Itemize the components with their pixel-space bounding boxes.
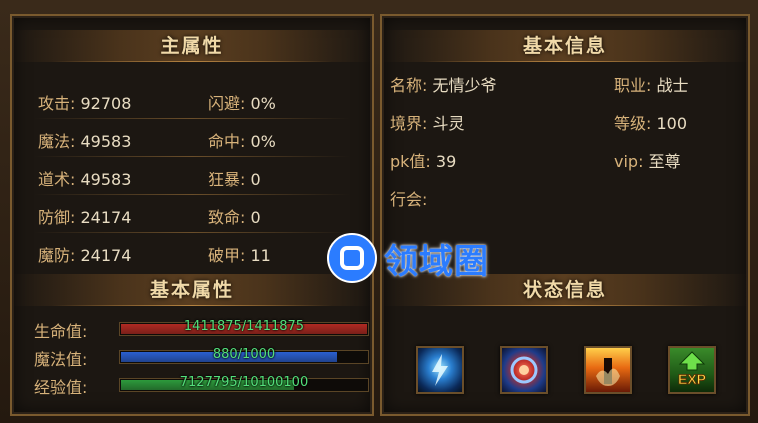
row-divider xyxy=(34,118,350,119)
stat-taoism: 道术: 49583 xyxy=(38,170,132,189)
info-job: 职业: 战士 xyxy=(614,76,689,95)
row-divider xyxy=(34,232,350,233)
info-pk: pk值: 39 xyxy=(390,152,457,171)
stat-defense: 防御: 24174 xyxy=(38,208,132,227)
stat-armor-break: 破甲: 11 xyxy=(208,246,271,265)
fire-orb-icon[interactable] xyxy=(500,346,548,394)
info-name: 名称: 无情少爷 xyxy=(390,76,497,95)
exp-text: 7127795/10100100 xyxy=(179,375,309,390)
stat-magic: 魔法: 49583 xyxy=(38,132,132,151)
exp-label: 经验值: xyxy=(34,378,88,397)
flame-warrior-icon[interactable] xyxy=(584,346,632,394)
stat-critical: 致命: 0 xyxy=(208,208,261,227)
basic-attrs-title: 基本属性 xyxy=(12,274,372,306)
svg-text:EXP: EXP xyxy=(678,371,706,387)
stat-attack: 攻击: 92708 xyxy=(38,94,132,113)
hp-text: 1411875/1411875 xyxy=(183,319,305,334)
info-realm: 境界: 斗灵 xyxy=(390,114,465,133)
exp-boost-icon[interactable]: EXP xyxy=(668,346,716,394)
info-panel: 基本信息 名称: 无情少爷 职业: 战士 境界: 斗灵 等级: 100 pk值:… xyxy=(380,14,750,416)
hp-label: 生命值: xyxy=(34,322,88,341)
row-divider xyxy=(34,194,350,195)
info-level: 等级: 100 xyxy=(614,114,688,133)
stat-dodge: 闪避: 0% xyxy=(208,94,276,113)
mp-text: 880/1000 xyxy=(212,347,276,362)
info-vip: vip: 至尊 xyxy=(614,152,681,171)
stat-magic-defense: 魔防: 24174 xyxy=(38,246,132,265)
stat-berserk: 狂暴: 0 xyxy=(208,170,261,189)
main-attrs-title: 主属性 xyxy=(12,30,372,62)
attributes-panel: 主属性 攻击: 92708 闪避: 0% 魔法: 49583 命中: 0% 道术… xyxy=(10,14,374,416)
basic-info-title: 基本信息 xyxy=(382,30,748,62)
watermark-text: 领域圈 xyxy=(384,241,489,282)
watermark: 领域圈 xyxy=(326,232,489,284)
info-guild: 行会: xyxy=(390,190,428,209)
watermark-logo-icon xyxy=(327,233,377,283)
mp-label: 魔法值: xyxy=(34,350,88,369)
stat-hit: 命中: 0% xyxy=(208,132,276,151)
exp-bar: 7127795/10100100 xyxy=(119,375,369,392)
mp-bar: 880/1000 xyxy=(119,347,369,364)
row-divider xyxy=(34,156,350,157)
lightning-shield-icon[interactable] xyxy=(416,346,464,394)
hp-bar: 1411875/1411875 xyxy=(119,319,369,336)
